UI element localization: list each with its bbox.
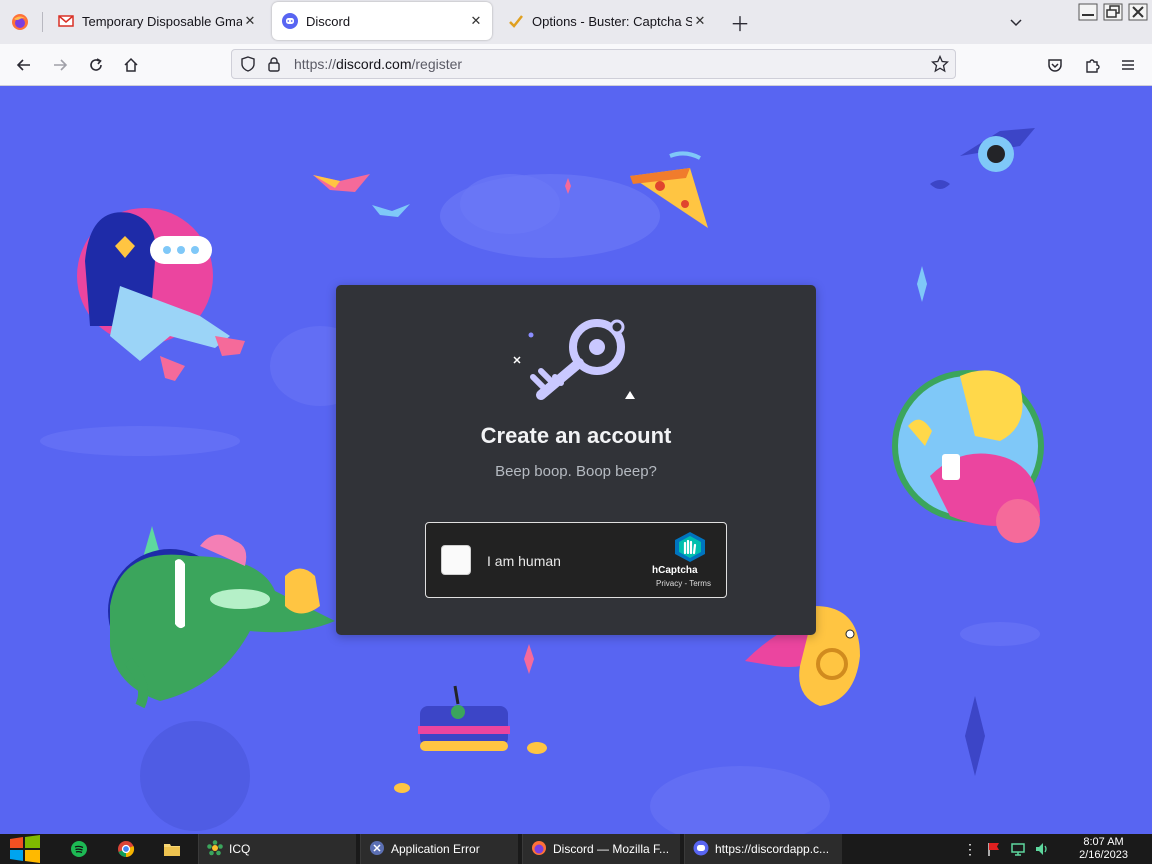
captcha-checkbox[interactable]: [441, 545, 471, 575]
close-icon[interactable]: ✕: [242, 13, 258, 29]
extensions-icon[interactable]: [1078, 51, 1106, 79]
taskbar-task-firefox-discord[interactable]: Discord — Mozilla F...: [522, 834, 680, 864]
taskbar-task-label: Application Error: [391, 842, 480, 856]
icq-icon: [207, 839, 223, 859]
buster-icon: [508, 13, 524, 29]
home-button[interactable]: [117, 51, 145, 79]
close-window-button[interactable]: [1127, 2, 1149, 22]
clock-date: 2/16/2023: [1079, 849, 1128, 861]
url-bar[interactable]: https://discord.com/register: [231, 49, 956, 79]
discord-register-page: Create an account Beep boop. Boop beep? …: [0, 86, 1152, 834]
page-title: Create an account: [480, 423, 672, 448]
close-icon[interactable]: ✕: [468, 13, 484, 29]
discord-icon: [693, 840, 709, 859]
captcha-brand: hCaptcha: [652, 565, 698, 576]
windows-taskbar: ICQ Application Error Discord — Mozilla …: [0, 834, 1152, 864]
taskbar-task-label: https://discordapp.c...: [715, 842, 830, 856]
tab-bar: Temporary Disposable Gmail | ✕ Discord ✕…: [0, 0, 1152, 44]
lock-icon[interactable]: [266, 56, 282, 77]
volume-icon[interactable]: [1034, 834, 1052, 864]
bookmark-star-icon[interactable]: [930, 54, 950, 78]
hamburger-menu-icon[interactable]: [1114, 51, 1142, 79]
file-explorer-icon[interactable]: [163, 834, 185, 864]
discord-icon: [282, 13, 298, 29]
taskbar-task-discordapp[interactable]: https://discordapp.c...: [684, 834, 842, 864]
captcha-label: I am human: [487, 553, 561, 569]
shield-icon[interactable]: [240, 56, 256, 77]
overflow-dots-icon[interactable]: ⋮: [963, 834, 977, 864]
start-button[interactable]: [8, 834, 44, 864]
url-scheme: https://: [294, 56, 337, 72]
taskbar-task-label: ICQ: [229, 842, 251, 856]
close-icon[interactable]: ✕: [692, 13, 708, 29]
list-tabs-icon[interactable]: [1002, 8, 1030, 36]
tab-title: Discord: [306, 13, 351, 29]
create-account-card: Create an account Beep boop. Boop beep? …: [336, 285, 816, 635]
tab-title: Options - Buster: Captcha Sol: [532, 13, 692, 29]
app-error-icon: [369, 840, 385, 859]
navigation-toolbar: https://discord.com/register: [0, 44, 1152, 86]
firefox-menu-icon[interactable]: [6, 8, 34, 36]
system-clock[interactable]: 8:07 AM 2/16/2023: [1079, 836, 1128, 862]
taskbar-task-icq[interactable]: ICQ: [198, 834, 356, 864]
firefox-icon: [531, 840, 547, 859]
url-host: discord.com: [336, 56, 412, 72]
action-center-flag-icon[interactable]: [986, 834, 1004, 864]
spotify-icon[interactable]: [70, 834, 92, 864]
key-icon: [513, 319, 635, 400]
taskbar-task-application-error[interactable]: Application Error: [360, 834, 518, 864]
url-path: /register: [411, 56, 463, 72]
tab-buster-options[interactable]: Options - Buster: Captcha Sol ✕: [498, 2, 716, 40]
clock-time: 8:07 AM: [1083, 836, 1124, 848]
hcaptcha-widget: I am human hCaptcha Privacy - Terms: [425, 522, 727, 598]
taskbar-task-label: Discord — Mozilla F...: [553, 842, 670, 856]
tab-title: Temporary Disposable Gmail |: [82, 13, 242, 29]
tab-temp-gmail[interactable]: Temporary Disposable Gmail | ✕: [48, 2, 266, 40]
gmail-icon: [58, 13, 74, 29]
minimize-button[interactable]: [1077, 2, 1099, 22]
page-subtitle: Beep boop. Boop beep?: [495, 463, 657, 480]
new-tab-button[interactable]: ＋: [726, 8, 754, 36]
pocket-icon[interactable]: [1041, 51, 1069, 79]
back-button[interactable]: [10, 51, 38, 79]
url-text[interactable]: https://discord.com/register: [294, 56, 462, 72]
tab-discord[interactable]: Discord ✕: [272, 2, 492, 40]
restore-button[interactable]: [1102, 2, 1124, 22]
hcaptcha-logo-icon: [675, 532, 705, 562]
reload-button[interactable]: [82, 51, 110, 79]
network-icon[interactable]: [1010, 834, 1028, 864]
captcha-privacy-terms-links[interactable]: Privacy - Terms: [656, 579, 711, 588]
forward-button[interactable]: [46, 51, 74, 79]
chrome-icon[interactable]: [117, 834, 139, 864]
